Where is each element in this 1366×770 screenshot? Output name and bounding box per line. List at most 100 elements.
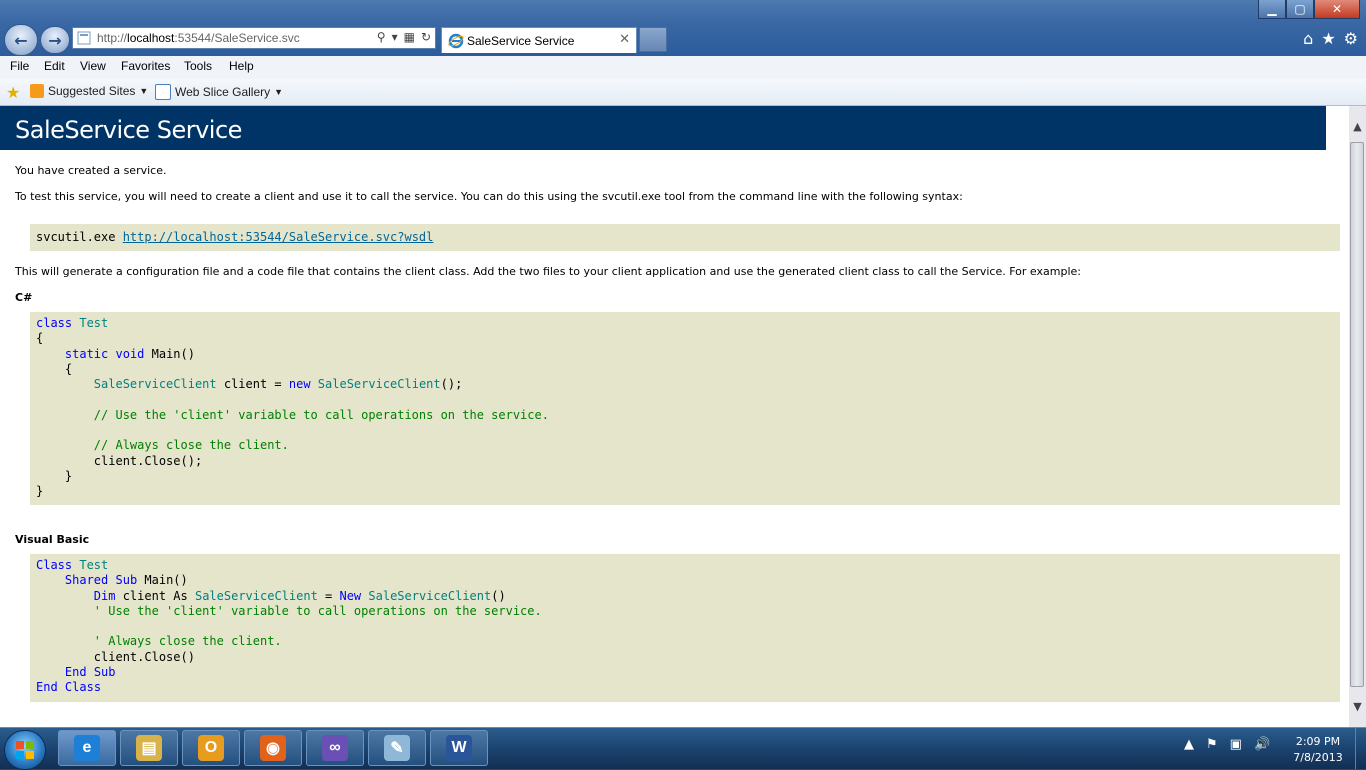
favorite-label: Web Slice Gallery	[175, 85, 271, 99]
taskbar-paint[interactable]: ✎	[368, 730, 426, 766]
created-text: You have created a service.	[15, 164, 167, 177]
generate-text: This will generate a configuration file …	[15, 265, 1081, 278]
show-hidden-icons-icon[interactable]: ▲	[1184, 737, 1194, 752]
action-center-flag-icon[interactable]: ⚑	[1206, 737, 1218, 752]
favorites-star-icon[interactable]: ★	[1321, 29, 1335, 48]
code-token: client As	[115, 588, 195, 603]
taskbar-visualstudio[interactable]: ∞	[306, 730, 364, 766]
scroll-up-icon[interactable]: ▲	[1349, 118, 1366, 135]
show-desktop-button[interactable]	[1355, 728, 1366, 769]
gear-icon[interactable]: ⚙	[1344, 29, 1358, 48]
csharp-code-box: class Test { static void Main() { SaleSe…	[30, 312, 1340, 505]
code-token: ();	[440, 377, 463, 392]
taskbar-ie[interactable]: e	[58, 730, 116, 766]
folder-icon: ▤	[136, 735, 162, 761]
code-token: Main()	[137, 573, 188, 588]
code-token: New	[339, 588, 362, 603]
svcutil-code-box: svcutil.exe http://localhost:53544/SaleS…	[30, 224, 1340, 251]
code-line: Shared Sub Main()	[36, 573, 188, 587]
code-token: static	[64, 346, 109, 361]
address-text[interactable]: http://localhost:53544/SaleService.svc	[97, 31, 300, 45]
code-token: End	[64, 665, 87, 680]
page-favicon-icon	[77, 31, 91, 45]
code-line: }	[36, 469, 72, 483]
code-line: ' Use the 'client' variable to call oper…	[36, 604, 542, 618]
visual-studio-icon: ∞	[322, 735, 348, 761]
internet-explorer-icon	[448, 33, 464, 49]
code-token: client.Close();	[36, 453, 203, 468]
code-line: static void Main()	[36, 347, 195, 361]
svcutil-command: svcutil.exe	[36, 230, 123, 244]
search-icon[interactable]: ⚲	[377, 30, 386, 44]
code-line: {	[36, 331, 43, 345]
close-button[interactable]: ✕	[1314, 0, 1360, 19]
refresh-icon[interactable]: ↻	[421, 30, 431, 44]
menu-file[interactable]: File	[10, 59, 29, 73]
windows-logo-icon	[16, 741, 34, 759]
code-token: {	[36, 331, 44, 346]
scroll-thumb[interactable]	[1350, 142, 1364, 687]
maximize-button[interactable]: ▢	[1286, 0, 1314, 19]
code-token: SaleServiceClient	[317, 377, 441, 392]
address-tools: ⚲ ▾ ▦ ↻	[377, 30, 431, 44]
favorite-suggested-sites[interactable]: Suggested Sites ▼	[30, 84, 148, 98]
taskbar-word[interactable]: W	[430, 730, 488, 766]
new-tab-button[interactable]	[639, 27, 667, 52]
tab-close-icon[interactable]: ✕	[619, 32, 630, 47]
code-line: class Test	[36, 316, 108, 330]
forward-button[interactable]: →	[40, 26, 70, 54]
code-token: Test	[79, 316, 109, 330]
clock[interactable]: 2:09 PM 7/8/2013	[1282, 734, 1354, 766]
favorite-web-slice-gallery[interactable]: Web Slice Gallery ▼	[155, 84, 283, 100]
menu-favorites[interactable]: Favorites	[121, 59, 170, 73]
home-icon[interactable]: ⌂	[1303, 29, 1313, 48]
taskbar-outlook[interactable]: O	[182, 730, 240, 766]
taskbar-firefox[interactable]: ◉	[244, 730, 302, 766]
network-icon[interactable]: ▣	[1230, 737, 1242, 752]
start-button[interactable]	[4, 730, 46, 770]
window-controls: ▁ ▢ ✕	[1258, 0, 1360, 19]
dropdown-arrow-icon[interactable]: ▾	[392, 30, 398, 44]
back-button[interactable]: ←	[4, 24, 38, 56]
code-token: End	[36, 680, 58, 695]
command-icons: ⌂ ★ ⚙	[1303, 29, 1358, 48]
browser-titlebar: ▁ ▢ ✕ ← → http://localhost:53544/SaleSer…	[0, 0, 1366, 56]
code-token: Main()	[144, 346, 195, 361]
code-token: Sub	[93, 665, 116, 680]
system-tray: ▲ ⚑ ▣ 🔊	[1184, 737, 1270, 752]
code-token: SaleServiceClient	[93, 377, 217, 392]
code-line: client.Close()	[36, 650, 195, 664]
favorites-add-icon[interactable]: ★	[6, 83, 20, 102]
menu-view[interactable]: View	[80, 59, 106, 73]
compatibility-view-icon[interactable]: ▦	[404, 30, 415, 44]
menu-edit[interactable]: Edit	[44, 59, 65, 73]
code-token: }	[36, 468, 73, 483]
code-token: Class	[36, 558, 73, 572]
minimize-button[interactable]: ▁	[1258, 0, 1286, 19]
web-slice-icon	[155, 84, 171, 100]
menu-tools[interactable]: Tools	[184, 59, 212, 73]
chevron-down-icon: ▼	[139, 86, 149, 96]
menu-help[interactable]: Help	[229, 59, 254, 73]
taskbar-explorer[interactable]: ▤	[120, 730, 178, 766]
code-line: End Sub	[36, 665, 116, 679]
volume-icon[interactable]: 🔊	[1254, 737, 1270, 752]
code-token: class	[36, 316, 73, 330]
code-line: {	[36, 362, 72, 376]
scroll-down-icon[interactable]: ▼	[1349, 698, 1366, 715]
address-bar[interactable]: http://localhost:53544/SaleService.svc ⚲…	[72, 27, 436, 49]
wsdl-link[interactable]: http://localhost:53544/SaleService.svc?w…	[123, 230, 434, 244]
favorites-bar: ★ Suggested Sites ▼ Web Slice Gallery ▼	[0, 79, 1366, 106]
code-token: void	[115, 346, 145, 361]
vertical-scrollbar[interactable]: ▲ ▼	[1349, 106, 1366, 727]
tab-saleservice[interactable]: SaleService Service ✕	[441, 27, 637, 53]
back-arrow-icon: ←	[14, 30, 28, 50]
menu-bar: File Edit View Favorites Tools Help	[0, 56, 1366, 80]
code-token: ' Use the 'client' variable to call oper…	[93, 603, 542, 618]
code-token: // Always close the client.	[93, 438, 289, 453]
